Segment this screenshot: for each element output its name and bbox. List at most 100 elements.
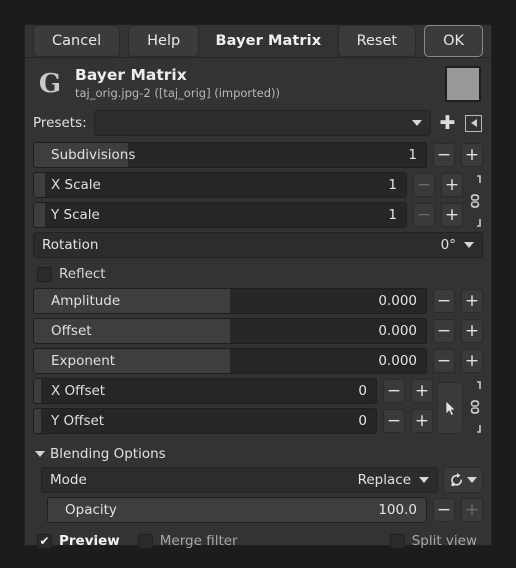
y-offset-slider[interactable]: Y Offset 0: [33, 408, 377, 434]
subdivisions-slider[interactable]: Subdivisions 1: [33, 142, 427, 168]
offset-row: Offset 0.000 − +: [33, 318, 483, 344]
opacity-row: Opacity 100.0 − +: [47, 497, 483, 523]
offset-slider[interactable]: Offset 0.000: [33, 318, 427, 344]
blend-mode-label: Mode: [50, 472, 87, 488]
dialog-footer: ✔ Preview Merge filter Split view: [33, 527, 483, 559]
slider-fill: [34, 349, 230, 373]
slider-fill: [34, 143, 129, 167]
filter-subtitle: taj_orig.jpg-2 ([taj_orig] (imported)): [75, 86, 281, 101]
reflect-label: Reflect: [59, 266, 106, 282]
split-view-row[interactable]: Split view: [389, 533, 477, 549]
blending-options-expander[interactable]: Blending Options: [35, 446, 483, 462]
exponent-plus-button[interactable]: +: [461, 349, 483, 373]
reflect-checkbox[interactable]: [37, 266, 52, 282]
preview-label: Preview: [59, 533, 120, 549]
opacity-plus-button[interactable]: +: [461, 498, 483, 522]
preview-row[interactable]: ✔ Preview: [37, 533, 120, 549]
blend-mode-row: Mode Replace: [41, 467, 483, 493]
exponent-row: Exponent 0.000 − +: [33, 348, 483, 374]
add-preset-button[interactable]: ✚: [438, 111, 457, 134]
scale-group: X Scale 1 − + Y Scale 1 − +: [33, 172, 483, 232]
x-scale-plus-button[interactable]: +: [441, 173, 463, 197]
plus-icon: ✚: [439, 111, 456, 134]
y-scale-slider[interactable]: Y Scale 1: [33, 202, 407, 228]
dialog-body: Presets: ✚ Subdivisions 1 − + X Scale 1 …: [25, 108, 491, 559]
slider-fill: [34, 203, 46, 227]
filter-header: G Bayer Matrix taj_orig.jpg-2 ([taj_orig…: [25, 58, 491, 108]
color-swatch[interactable]: [445, 66, 481, 102]
dialog-button-bar: Cancel Help Bayer Matrix Reset OK: [25, 25, 491, 58]
merge-filter-row[interactable]: Merge filter: [137, 533, 238, 549]
opacity-slider[interactable]: Opacity 100.0: [47, 497, 427, 523]
chevron-down-icon: [35, 451, 45, 457]
filter-header-texts: Bayer Matrix taj_orig.jpg-2 ([taj_orig] …: [75, 66, 435, 102]
slider-fill: [34, 319, 230, 343]
reflect-row[interactable]: Reflect: [37, 266, 483, 282]
y-scale-row: Y Scale 1 − +: [33, 202, 463, 228]
blend-reset-button[interactable]: [443, 467, 483, 493]
x-offset-label: X Offset: [51, 383, 106, 399]
y-scale-plus-button[interactable]: +: [441, 203, 463, 227]
x-offset-plus-button[interactable]: +: [411, 379, 433, 403]
blend-mode-combo[interactable]: Mode Replace: [41, 467, 438, 493]
offset-picker-button[interactable]: [437, 382, 463, 434]
rotation-label: Rotation: [42, 237, 99, 253]
opacity-minus-button[interactable]: −: [433, 498, 455, 522]
ok-button[interactable]: OK: [424, 25, 483, 57]
x-scale-value: 1: [388, 177, 397, 193]
split-view-label: Split view: [411, 533, 477, 549]
slider-fill: [34, 289, 230, 313]
presets-row: Presets: ✚: [33, 110, 483, 136]
y-scale-minus-button[interactable]: −: [413, 203, 435, 227]
amplitude-minus-button[interactable]: −: [433, 289, 455, 313]
presets-combo[interactable]: [93, 110, 431, 136]
y-offset-plus-button[interactable]: +: [411, 409, 433, 433]
preset-menu-icon: [465, 114, 482, 132]
subdivisions-minus-button[interactable]: −: [433, 143, 455, 167]
y-offset-minus-button[interactable]: −: [383, 409, 405, 433]
preview-checkbox[interactable]: ✔: [37, 533, 52, 549]
x-scale-label: X Scale: [51, 177, 101, 193]
slider-fill: [34, 173, 46, 197]
offset-plus-button[interactable]: +: [461, 319, 483, 343]
offset-chain-link-icon[interactable]: [467, 378, 483, 438]
bayer-matrix-dialog: Cancel Help Bayer Matrix Reset OK G Baye…: [24, 24, 492, 549]
exponent-slider[interactable]: Exponent 0.000: [33, 348, 427, 374]
rotation-row: Rotation 0°: [33, 232, 483, 258]
exponent-value: 0.000: [378, 353, 417, 369]
blend-mode-value: Replace: [357, 472, 411, 488]
blending-options-label: Blending Options: [50, 446, 166, 462]
split-view-checkbox[interactable]: [389, 533, 405, 549]
exponent-minus-button[interactable]: −: [433, 349, 455, 373]
rotation-combo[interactable]: Rotation 0°: [33, 232, 483, 258]
amplitude-slider[interactable]: Amplitude 0.000: [33, 288, 427, 314]
x-offset-row: X Offset 0 − +: [33, 378, 433, 404]
offset-minus-button[interactable]: −: [433, 319, 455, 343]
rotation-value: 0°: [440, 237, 456, 253]
reset-button[interactable]: Reset: [337, 25, 417, 57]
chevron-down-icon: [412, 120, 422, 126]
x-offset-value: 0: [358, 383, 367, 399]
amplitude-plus-button[interactable]: +: [461, 289, 483, 313]
x-offset-minus-button[interactable]: −: [383, 379, 405, 403]
subdivisions-row: Subdivisions 1 − +: [33, 142, 483, 168]
y-scale-label: Y Scale: [51, 207, 100, 223]
offset-group: X Offset 0 − + Y Offset 0 − +: [33, 378, 483, 438]
dialog-title: Bayer Matrix: [215, 33, 322, 49]
preset-menu-button[interactable]: [464, 114, 483, 133]
slider-fill: [34, 409, 41, 433]
subdivisions-plus-button[interactable]: +: [461, 143, 483, 167]
y-offset-row: Y Offset 0 − +: [33, 408, 433, 434]
pointer-picker-icon: [445, 399, 456, 416]
x-offset-slider[interactable]: X Offset 0: [33, 378, 377, 404]
x-scale-slider[interactable]: X Scale 1: [33, 172, 407, 198]
scale-chain-link-icon[interactable]: [467, 172, 483, 232]
x-scale-minus-button[interactable]: −: [413, 173, 435, 197]
merge-filter-checkbox[interactable]: [137, 533, 153, 549]
cancel-button[interactable]: Cancel: [33, 25, 121, 57]
help-button[interactable]: Help: [128, 25, 200, 57]
y-offset-label: Y Offset: [51, 413, 105, 429]
y-offset-value: 0: [358, 413, 367, 429]
chevron-down-icon: [419, 477, 429, 483]
filter-title: Bayer Matrix: [75, 66, 187, 85]
